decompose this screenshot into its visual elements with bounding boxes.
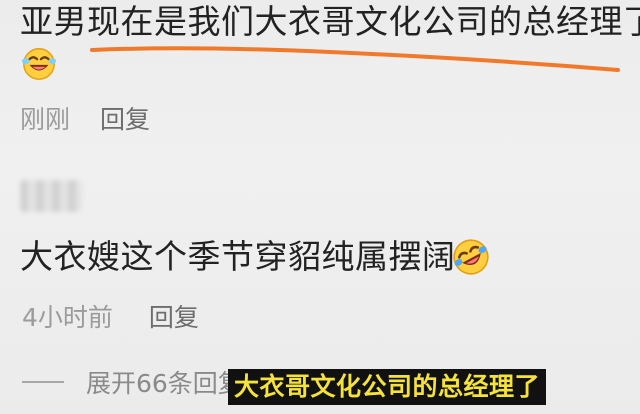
blurred-username xyxy=(20,180,82,212)
comment-1-reply-button[interactable]: 回复 xyxy=(100,100,150,136)
comment-2-meta: 4小时前 回复 xyxy=(22,298,199,334)
comment-2-time: 4小时前 xyxy=(22,303,113,332)
expand-replies-button[interactable]: 展开66条回复 xyxy=(22,364,243,400)
comment-2-reply-button[interactable]: 回复 xyxy=(149,298,199,334)
video-subtitle: 大衣哥文化公司的总经理了 xyxy=(228,369,547,405)
rofl-emoji-icon xyxy=(453,239,489,275)
comment-1-time: 刚刚 xyxy=(20,105,71,134)
expand-replies-label: 展开66条回复 xyxy=(86,369,243,398)
comment-section-screen: 亚男现在是我们大衣哥文化公司的总经理了 刚刚 回复 大衣嫂这个季节穿貂纯属摆阔 … xyxy=(0,0,640,414)
laughing-wink-emoji-icon xyxy=(21,48,57,80)
comment-1-text: 亚男现在是我们大衣哥文化公司的总经理了 xyxy=(20,2,640,41)
comment-2-text: 大衣嫂这个季节穿貂纯属摆阔 xyxy=(20,237,456,276)
expand-divider xyxy=(22,381,64,383)
comment-1-meta: 刚刚 回复 xyxy=(20,100,150,136)
